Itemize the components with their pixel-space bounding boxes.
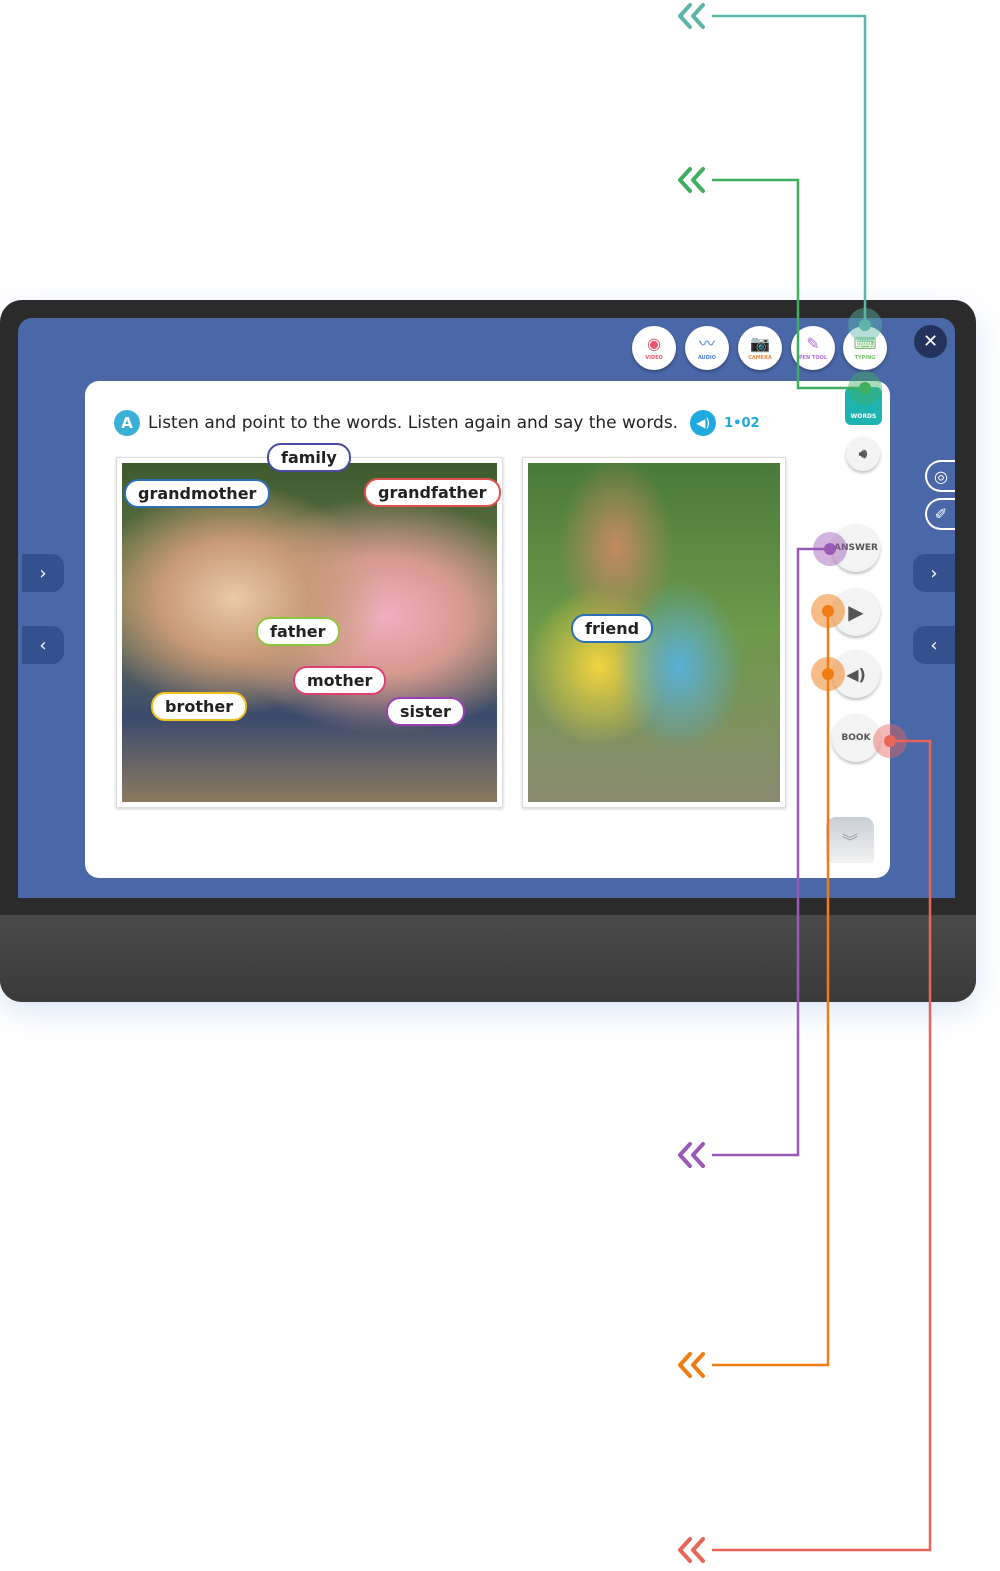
double-chevron-down-icon: ︾: [841, 832, 858, 851]
video-button[interactable]: ◉ VIDEO: [632, 326, 676, 370]
word-tag-mother[interactable]: mother: [293, 666, 387, 695]
words-button[interactable]: WORDS: [845, 387, 882, 425]
word-tag-sister[interactable]: sister: [386, 697, 465, 726]
instruction: A Listen and point to the words. Listen …: [114, 410, 760, 436]
sound-button[interactable]: ◀): [832, 650, 880, 698]
eraser-button[interactable]: ✐: [925, 498, 955, 530]
chevron-left-icon: ‹: [930, 634, 938, 656]
answer-button[interactable]: ANSWER: [832, 524, 880, 572]
collapse-button[interactable]: ︾: [826, 817, 874, 863]
track-number: 1•02: [724, 415, 760, 431]
word-tag-father[interactable]: father: [256, 617, 340, 646]
waveform-icon: 〰: [698, 334, 715, 353]
speaker-icon: ◀): [846, 664, 866, 684]
word-tag-friend[interactable]: friend: [571, 614, 654, 643]
tablet-bezel: [0, 915, 976, 1002]
prev-page-left-button[interactable]: ‹: [22, 626, 64, 664]
word-tag-brother[interactable]: brother: [151, 692, 248, 721]
typing-button[interactable]: ⌨ TYPING: [843, 326, 887, 370]
chevron-right-icon: ›: [930, 562, 938, 584]
section-badge: A: [114, 410, 140, 436]
word-tag-grandfather[interactable]: grandfather: [364, 478, 501, 507]
close-button[interactable]: ✕: [914, 325, 947, 358]
play-icon: ▶: [848, 600, 864, 624]
eraser-icon: ✐: [934, 505, 948, 523]
keyboard-icon: ⌨: [853, 334, 877, 353]
book-button[interactable]: BOOK: [832, 714, 880, 762]
record-icon: ◉: [647, 334, 661, 353]
next-page-right-button[interactable]: ›: [913, 554, 955, 592]
camera-icon: 📷: [750, 334, 770, 353]
chevron-right-icon: ›: [39, 562, 47, 584]
target-icon: ◎: [934, 466, 948, 486]
instruction-text: Listen and point to the words. Listen ag…: [148, 413, 679, 433]
audio-play-icon[interactable]: ◀): [690, 410, 717, 436]
speaker-button[interactable]: 🔊︎: [846, 437, 880, 471]
pencil-icon: ✎: [806, 334, 820, 353]
friends-photo: [522, 457, 786, 808]
audio-button[interactable]: 〰 AUDIO: [685, 326, 729, 370]
pen-tool-button[interactable]: ✎ PEN TOOL: [791, 326, 835, 370]
play-button[interactable]: ▶: [832, 588, 880, 636]
camera-button[interactable]: 📷 CAMERA: [738, 326, 782, 370]
prev-page-right-button[interactable]: ‹: [913, 626, 955, 664]
word-tag-family[interactable]: family: [267, 443, 351, 472]
close-icon: ✕: [922, 331, 939, 352]
speaker-icon: 🔊︎: [858, 446, 868, 462]
chevron-left-icon: ‹: [39, 634, 47, 656]
next-page-left-button[interactable]: ›: [22, 554, 64, 592]
target-button[interactable]: ◎: [925, 460, 955, 492]
word-tag-grandmother[interactable]: grandmother: [124, 479, 271, 508]
